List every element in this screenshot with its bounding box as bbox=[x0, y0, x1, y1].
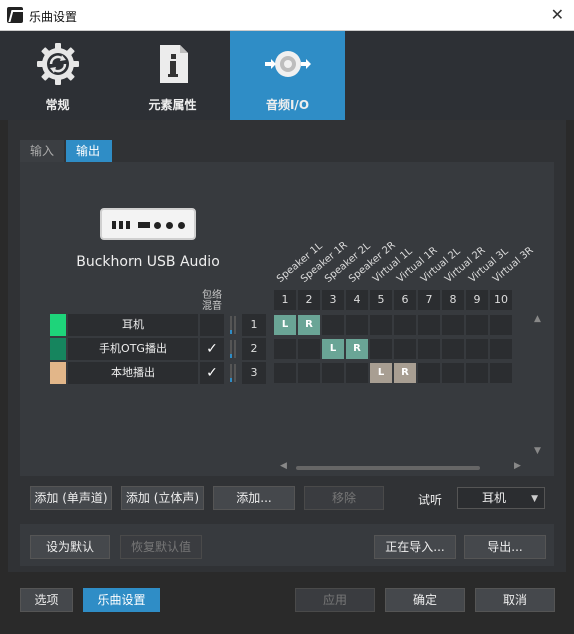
close-icon[interactable]: ✕ bbox=[551, 5, 564, 24]
routing-cell[interactable] bbox=[322, 363, 344, 383]
column-number: 1 bbox=[274, 290, 296, 310]
ok-button[interactable]: 确定 bbox=[385, 588, 465, 612]
routing-cell[interactable]: R bbox=[394, 363, 416, 383]
restore-default-button[interactable]: 恢复默认值 bbox=[120, 535, 202, 559]
level-meter bbox=[230, 340, 236, 358]
routing-cell[interactable]: L bbox=[322, 339, 344, 359]
nav-general-label: 常规 bbox=[45, 98, 70, 112]
column-number: 4 bbox=[346, 290, 368, 310]
apply-button[interactable]: 应用 bbox=[295, 588, 375, 612]
routing-cell[interactable] bbox=[490, 339, 512, 359]
column-number: 6 bbox=[394, 290, 416, 310]
chevron-down-icon: ▼ bbox=[531, 494, 538, 504]
routing-cell[interactable] bbox=[442, 339, 464, 359]
channel-name[interactable]: 耳机 bbox=[68, 314, 198, 336]
channel-color-swatch[interactable] bbox=[50, 362, 66, 384]
nav-general[interactable]: 常规 bbox=[0, 31, 115, 120]
column-number: 3 bbox=[322, 290, 344, 310]
gear-refresh-icon bbox=[37, 43, 79, 85]
column-number: 10 bbox=[490, 290, 512, 310]
scroll-right-arrow-icon[interactable]: ▶ bbox=[514, 461, 521, 471]
options-button[interactable]: 选项 bbox=[20, 588, 73, 612]
column-number: 8 bbox=[442, 290, 464, 310]
routing-cell[interactable] bbox=[370, 339, 392, 359]
routing-cell[interactable] bbox=[322, 315, 344, 335]
listen-label: 试听 bbox=[418, 493, 443, 507]
audio-io-icon bbox=[265, 51, 311, 77]
add-stereo-button[interactable]: 添加 (立体声) bbox=[121, 486, 204, 510]
listen-select[interactable]: 耳机 ▼ bbox=[457, 487, 545, 509]
tab-output[interactable]: 输出 bbox=[66, 140, 112, 162]
routing-cell[interactable] bbox=[298, 339, 320, 359]
app-logo-icon bbox=[7, 7, 23, 23]
nav-audio-io[interactable]: 音频I/O bbox=[230, 31, 345, 120]
routing-cell[interactable] bbox=[274, 363, 296, 383]
routing-cell[interactable] bbox=[274, 339, 296, 359]
nav-element-properties[interactable]: 元素属性 bbox=[115, 31, 230, 120]
channel-index: 3 bbox=[242, 362, 266, 384]
routing-cell[interactable]: L bbox=[274, 315, 296, 335]
routing-cell[interactable] bbox=[346, 363, 368, 383]
routing-cell[interactable] bbox=[442, 315, 464, 335]
routing-cell[interactable] bbox=[346, 315, 368, 335]
listen-select-value: 耳机 bbox=[482, 491, 507, 505]
audio-interface-icon bbox=[100, 208, 196, 240]
column-number: 5 bbox=[370, 290, 392, 310]
channel-color-swatch[interactable] bbox=[50, 338, 66, 360]
column-number: 9 bbox=[466, 290, 488, 310]
importing-button[interactable]: 正在导入... bbox=[374, 535, 456, 559]
document-info-icon bbox=[160, 45, 188, 83]
routing-cell[interactable]: R bbox=[346, 339, 368, 359]
routing-cell[interactable]: L bbox=[370, 363, 392, 383]
routing-cell[interactable] bbox=[490, 363, 512, 383]
nav-element-properties-label: 元素属性 bbox=[148, 98, 197, 112]
window-title: 乐曲设置 bbox=[29, 10, 78, 24]
export-button[interactable]: 导出... bbox=[464, 535, 546, 559]
routing-cell[interactable] bbox=[466, 363, 488, 383]
routing-cell[interactable]: R bbox=[298, 315, 320, 335]
song-settings-button[interactable]: 乐曲设置 bbox=[83, 588, 160, 612]
routing-cell[interactable] bbox=[394, 315, 416, 335]
routing-cell[interactable] bbox=[442, 363, 464, 383]
device-name: Buckhorn USB Audio bbox=[76, 254, 220, 270]
nav-audio-io-label: 音频I/O bbox=[265, 98, 310, 112]
add-more-button[interactable]: 添加... bbox=[213, 486, 295, 510]
routing-cell[interactable] bbox=[370, 315, 392, 335]
cancel-button[interactable]: 取消 bbox=[475, 588, 555, 612]
routing-cell[interactable] bbox=[490, 315, 512, 335]
channel-index: 1 bbox=[242, 314, 266, 336]
set-default-button[interactable]: 设为默认 bbox=[30, 535, 110, 559]
routing-cell[interactable] bbox=[466, 315, 488, 335]
scroll-down-arrow-icon[interactable]: ▼ bbox=[534, 446, 541, 456]
tab-input[interactable]: 输入 bbox=[20, 140, 64, 162]
column-number: 7 bbox=[418, 290, 440, 310]
combine-checkbox[interactable]: ✓ bbox=[200, 338, 224, 360]
level-meter bbox=[230, 364, 236, 382]
channel-name[interactable]: 本地播出 bbox=[68, 362, 198, 384]
combine-checkbox[interactable]: ✓ bbox=[200, 362, 224, 384]
combine-mix-header: 包络 混音 bbox=[198, 290, 226, 312]
window-titlebar: 乐曲设置 ✕ bbox=[0, 0, 574, 31]
channel-color-swatch[interactable] bbox=[50, 314, 66, 336]
routing-cell[interactable] bbox=[418, 339, 440, 359]
column-number: 2 bbox=[298, 290, 320, 310]
remove-button[interactable]: 移除 bbox=[304, 486, 384, 510]
channel-name[interactable]: 手机OTG播出 bbox=[68, 338, 198, 360]
scroll-up-arrow-icon[interactable]: ▲ bbox=[534, 314, 541, 324]
combine-header-text: 包络 混音 bbox=[202, 290, 222, 312]
horizontal-scrollbar[interactable] bbox=[296, 466, 480, 470]
routing-cell[interactable] bbox=[418, 363, 440, 383]
routing-cell[interactable] bbox=[394, 339, 416, 359]
settings-nav: 常规 元素属性 音频I/O bbox=[0, 31, 574, 120]
routing-cell[interactable] bbox=[298, 363, 320, 383]
combine-checkbox[interactable] bbox=[200, 314, 224, 336]
scroll-left-arrow-icon[interactable]: ◀ bbox=[280, 461, 287, 471]
add-mono-button[interactable]: 添加 (单声道) bbox=[30, 486, 112, 510]
level-meter bbox=[230, 316, 236, 334]
routing-cell[interactable] bbox=[418, 315, 440, 335]
channel-index: 2 bbox=[242, 338, 266, 360]
routing-cell[interactable] bbox=[466, 339, 488, 359]
